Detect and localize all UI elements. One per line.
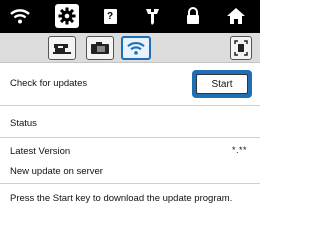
check-updates-label: Check for updates bbox=[10, 78, 88, 89]
instruction-text: Press the Start key to download the upda… bbox=[10, 193, 233, 204]
new-update-label: New update on server bbox=[10, 166, 103, 177]
camera-icon[interactable] bbox=[86, 36, 114, 60]
lock-icon[interactable] bbox=[181, 4, 205, 28]
start-button[interactable]: Start bbox=[192, 70, 252, 98]
divider bbox=[0, 105, 260, 106]
sub-toolbar bbox=[0, 33, 260, 63]
wifi-icon bbox=[127, 42, 145, 55]
top-toolbar: ? bbox=[0, 0, 260, 33]
wifi-settings-tab[interactable] bbox=[121, 36, 151, 60]
help-glyph: ? bbox=[106, 10, 114, 22]
sewing-machine-icon[interactable] bbox=[48, 36, 76, 60]
needle-icon[interactable] bbox=[141, 4, 165, 28]
divider bbox=[0, 137, 260, 138]
gear-icon[interactable] bbox=[55, 4, 79, 28]
home-icon[interactable] bbox=[224, 4, 248, 28]
latest-version-label: Latest Version bbox=[10, 146, 71, 157]
latest-version-value: *.** bbox=[232, 145, 248, 155]
wifi-icon[interactable] bbox=[8, 4, 32, 28]
start-button-label: Start bbox=[196, 74, 248, 94]
screen-capture-icon[interactable] bbox=[230, 36, 252, 60]
divider bbox=[0, 183, 260, 184]
status-label: Status bbox=[10, 118, 37, 129]
help-icon[interactable]: ? bbox=[98, 4, 122, 28]
